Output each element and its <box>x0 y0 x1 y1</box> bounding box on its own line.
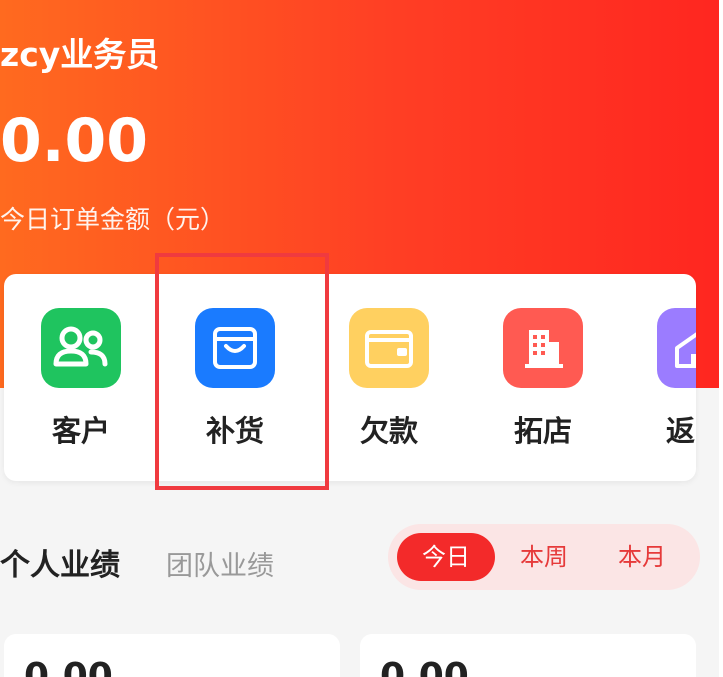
menu-label-debt: 欠款 <box>359 414 418 448</box>
app-screen: zcy业务员 0.00 今日订单金额（元） 客户 补货 欠款 拓店 返 个人业绩… <box>0 0 723 677</box>
store-icon <box>657 308 696 388</box>
stat-card[interactable]: 0.00 <box>4 634 340 677</box>
stat-card[interactable]: 0.00 <box>360 634 696 677</box>
stat-value: 0.00 <box>24 656 113 677</box>
wallet-icon <box>349 308 429 388</box>
period-selector: 今日 本周 本月 <box>388 524 700 590</box>
screen-edge <box>719 0 723 677</box>
tab-personal-performance[interactable]: 个人业绩 <box>0 540 120 584</box>
customers-icon <box>41 308 121 388</box>
restock-highlight-frame <box>155 253 329 490</box>
period-today-button[interactable]: 今日 <box>397 533 495 581</box>
menu-label-return: 返 <box>666 414 696 448</box>
menu-label-customers: 客户 <box>51 414 110 448</box>
period-week-button[interactable]: 本周 <box>495 533 593 581</box>
stat-value: 0.00 <box>380 656 469 677</box>
menu-label-expand-store: 拓店 <box>513 414 572 448</box>
period-month-button[interactable]: 本月 <box>593 533 691 581</box>
quick-menu-card: 客户 补货 欠款 拓店 返 <box>4 274 696 481</box>
today-order-amount-label: 今日订单金额（元） <box>0 205 226 234</box>
tab-team-performance[interactable]: 团队业绩 <box>166 544 274 583</box>
role-title: zcy业务员 <box>0 35 160 74</box>
menu-item-debt[interactable]: 欠款 <box>312 274 466 481</box>
today-order-amount: 0.00 <box>0 106 149 176</box>
menu-item-return[interactable]: 返 <box>620 274 696 481</box>
building-icon <box>503 308 583 388</box>
menu-item-customers[interactable]: 客户 <box>4 274 158 481</box>
menu-item-expand-store[interactable]: 拓店 <box>466 274 620 481</box>
